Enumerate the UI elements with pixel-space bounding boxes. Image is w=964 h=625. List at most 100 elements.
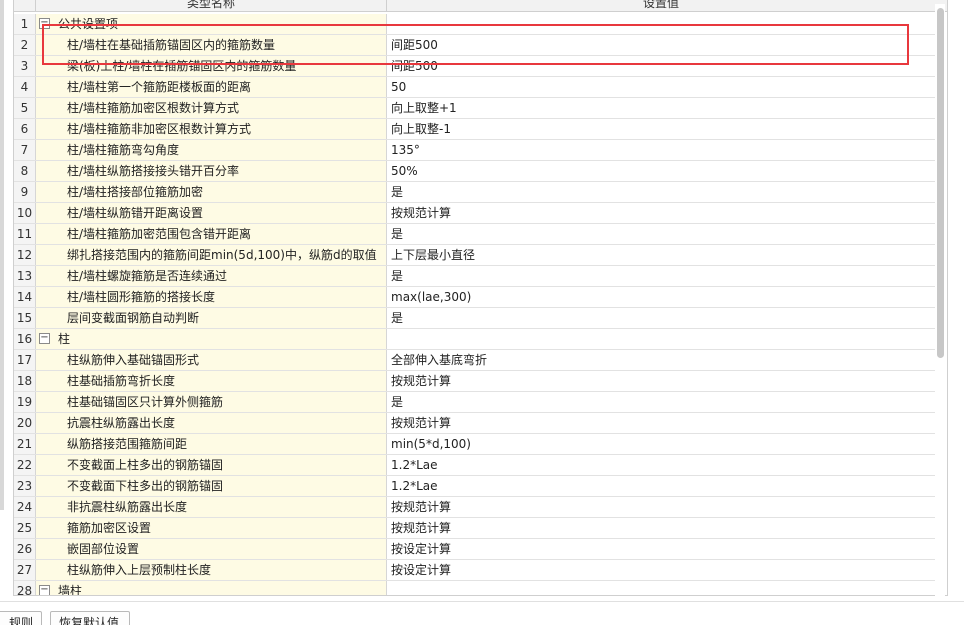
group-row[interactable]: 1− 公共设置项 [14, 14, 935, 35]
collapse-toggle-icon[interactable]: − [39, 585, 50, 595]
setting-name-label: 梁(板)上柱/墙柱在插筋锚固区内的箍筋数量 [67, 59, 297, 73]
row-number: 17 [14, 350, 36, 370]
setting-value-cell[interactable]: 间距500 [387, 56, 935, 76]
setting-name-label: 墙柱 [58, 584, 83, 596]
setting-name-label: 柱/墙柱圆形箍筋的搭接长度 [67, 290, 216, 304]
setting-name-cell: 柱/墙柱在基础插筋锚固区内的箍筋数量 [36, 35, 387, 55]
table-row[interactable]: 10 柱/墙柱纵筋错开距离设置 按规范计算 [14, 203, 935, 224]
table-row[interactable]: 7 柱/墙柱箍筋弯勾角度 135° [14, 140, 935, 161]
table-row[interactable]: 5 柱/墙柱箍筋加密区根数计算方式 向上取整+1 [14, 98, 935, 119]
setting-value-cell[interactable]: 间距500 [387, 35, 935, 55]
table-row[interactable]: 15 层间变截面钢筋自动判断 是 [14, 308, 935, 329]
row-number: 28 [14, 581, 36, 595]
setting-value-cell[interactable] [387, 581, 935, 595]
setting-name-label: 柱/墙柱在基础插筋锚固区内的箍筋数量 [67, 38, 276, 52]
row-number: 24 [14, 497, 36, 517]
table-row[interactable]: 13 柱/墙柱螺旋箍筋是否连续通过 是 [14, 266, 935, 287]
setting-value-cell[interactable]: 是 [387, 266, 935, 286]
collapse-toggle-icon[interactable]: − [39, 18, 50, 29]
row-number: 10 [14, 203, 36, 223]
setting-value-cell[interactable]: 全部伸入基底弯折 [387, 350, 935, 370]
table-row[interactable]: 3 梁(板)上柱/墙柱在插筋锚固区内的箍筋数量 间距500 [14, 56, 935, 77]
setting-value-cell[interactable]: 50% [387, 161, 935, 181]
setting-value-cell[interactable]: 向上取整+1 [387, 98, 935, 118]
setting-name-cell: 梁(板)上柱/墙柱在插筋锚固区内的箍筋数量 [36, 56, 387, 76]
setting-name-label: 柱基础插筋弯折长度 [67, 374, 176, 388]
rule-button[interactable]: 规则 [0, 611, 42, 625]
setting-name-cell: 不变截面上柱多出的钢筋锚固 [36, 455, 387, 475]
table-row[interactable]: 20 抗震柱纵筋露出长度 按规范计算 [14, 413, 935, 434]
setting-name-cell: 柱/墙柱箍筋弯勾角度 [36, 140, 387, 160]
scrollbar-thumb[interactable] [937, 8, 944, 358]
table-row[interactable]: 8 柱/墙柱纵筋搭接接头错开百分率 50% [14, 161, 935, 182]
row-number: 18 [14, 371, 36, 391]
table-row[interactable]: 14 柱/墙柱圆形箍筋的搭接长度 max(lae,300) [14, 287, 935, 308]
table-row[interactable]: 9 柱/墙柱搭接部位箍筋加密 是 [14, 182, 935, 203]
row-number: 16 [14, 329, 36, 349]
setting-value-cell[interactable]: 是 [387, 392, 935, 412]
row-number: 8 [14, 161, 36, 181]
table-row[interactable]: 18 柱基础插筋弯折长度 按规范计算 [14, 371, 935, 392]
group-row[interactable]: 28− 墙柱 [14, 581, 935, 596]
setting-name-label: 层间变截面钢筋自动判断 [67, 311, 200, 325]
setting-value-cell[interactable]: 按规范计算 [387, 518, 935, 538]
table-row[interactable]: 17 柱纵筋伸入基础锚固形式 全部伸入基底弯折 [14, 350, 935, 371]
setting-name-label: 柱/墙柱箍筋非加密区根数计算方式 [67, 122, 252, 136]
setting-value-cell[interactable]: 1.2*Lae [387, 455, 935, 475]
table-row[interactable]: 23 不变截面下柱多出的钢筋锚固 1.2*Lae [14, 476, 935, 497]
setting-value-cell[interactable] [387, 329, 935, 349]
table-row[interactable]: 6 柱/墙柱箍筋非加密区根数计算方式 向上取整-1 [14, 119, 935, 140]
setting-value-cell[interactable]: 50 [387, 77, 935, 97]
setting-value-cell[interactable]: 按规范计算 [387, 203, 935, 223]
setting-value-cell[interactable]: 按规范计算 [387, 497, 935, 517]
setting-name-cell: 嵌固部位设置 [36, 539, 387, 559]
setting-value-cell[interactable]: 是 [387, 308, 935, 328]
setting-value-cell[interactable]: 上下层最小直径 [387, 245, 935, 265]
setting-name-cell: 柱纵筋伸入上层预制柱长度 [36, 560, 387, 580]
table-row[interactable]: 25 箍筋加密区设置 按规范计算 [14, 518, 935, 539]
row-number: 23 [14, 476, 36, 496]
row-number: 6 [14, 119, 36, 139]
reset-default-button[interactable]: 恢复默认值 [50, 611, 130, 625]
table-row[interactable]: 11 柱/墙柱箍筋加密范围包含错开距离 是 [14, 224, 935, 245]
setting-name-label: 绑扎搭接范围内的箍筋间距min(5d,100)中，纵筋d的取值 [67, 248, 377, 262]
table-row[interactable]: 12 绑扎搭接范围内的箍筋间距min(5d,100)中，纵筋d的取值 上下层最小直径 [14, 245, 935, 266]
setting-name-label: 柱纵筋伸入上层预制柱长度 [67, 563, 212, 577]
setting-value-cell[interactable]: 向上取整-1 [387, 119, 935, 139]
setting-name-label: 柱 [58, 332, 71, 346]
setting-value-cell[interactable]: max(lae,300) [387, 287, 935, 307]
setting-value-cell[interactable] [387, 14, 935, 34]
setting-name-cell: 柱/墙柱纵筋搭接接头错开百分率 [36, 161, 387, 181]
setting-value-cell[interactable]: 按规范计算 [387, 371, 935, 391]
setting-value-cell[interactable]: 是 [387, 182, 935, 202]
setting-name-cell: 非抗震柱纵筋露出长度 [36, 497, 387, 517]
table-row[interactable]: 2 柱/墙柱在基础插筋锚固区内的箍筋数量 间距500 [14, 35, 935, 56]
row-number: 27 [14, 560, 36, 580]
table-row[interactable]: 27 柱纵筋伸入上层预制柱长度 按设定计算 [14, 560, 935, 581]
setting-value-cell[interactable]: 135° [387, 140, 935, 160]
setting-value-cell[interactable]: 1.2*Lae [387, 476, 935, 496]
setting-name-label: 柱纵筋伸入基础锚固形式 [67, 353, 200, 367]
table-row[interactable]: 22 不变截面上柱多出的钢筋锚固 1.2*Lae [14, 455, 935, 476]
table-row[interactable]: 24 非抗震柱纵筋露出长度 按规范计算 [14, 497, 935, 518]
row-number: 20 [14, 413, 36, 433]
table-row[interactable]: 26 嵌固部位设置 按设定计算 [14, 539, 935, 560]
setting-name-cell: 柱/墙柱纵筋错开距离设置 [36, 203, 387, 223]
setting-value-cell[interactable]: 按设定计算 [387, 560, 935, 580]
setting-name-label: 柱/墙柱纵筋错开距离设置 [67, 206, 204, 220]
setting-value-cell[interactable]: min(5*d,100) [387, 434, 935, 454]
table-row[interactable]: 19 柱基础锚固区只计算外侧箍筋 是 [14, 392, 935, 413]
setting-value-cell[interactable]: 按规范计算 [387, 413, 935, 433]
setting-name-cell: 柱/墙柱第一个箍筋距楼板面的距离 [36, 77, 387, 97]
setting-value-cell[interactable]: 按设定计算 [387, 539, 935, 559]
collapse-toggle-icon[interactable]: − [39, 333, 50, 344]
setting-name-label: 箍筋加密区设置 [67, 521, 152, 535]
table-row[interactable]: 4 柱/墙柱第一个箍筋距楼板面的距离 50 [14, 77, 935, 98]
header-name-column[interactable]: 类型名称 [36, 0, 387, 11]
setting-name-cell: 不变截面下柱多出的钢筋锚固 [36, 476, 387, 496]
setting-value-cell[interactable]: 是 [387, 224, 935, 244]
header-value-column[interactable]: 设置值 [387, 0, 935, 11]
group-row[interactable]: 16− 柱 [14, 329, 935, 350]
table-row[interactable]: 21 纵筋搭接范围箍筋间距 min(5*d,100) [14, 434, 935, 455]
setting-name-label: 柱/墙柱搭接部位箍筋加密 [67, 185, 204, 199]
